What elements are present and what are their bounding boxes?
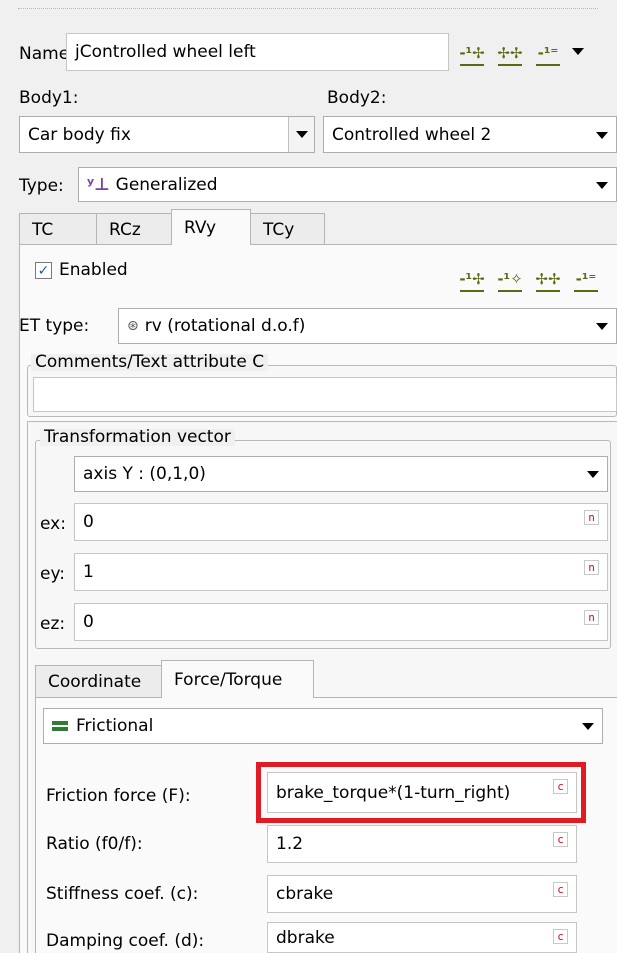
parameter-c-icon[interactable]: c (553, 779, 568, 794)
tab-tcy-label: TCy (263, 219, 295, 240)
force-type-select[interactable]: Frictional (43, 708, 603, 744)
tab-tc-label: TC (32, 219, 54, 240)
damping-value: dbrake (276, 927, 335, 948)
tab-coordinate-label: Coordinate (48, 672, 142, 692)
friction-force-value: brake_torque*(1-turn_right) (276, 782, 511, 803)
top-dotted-separator (18, 8, 598, 9)
tab-force-torque[interactable]: Force/Torque (161, 660, 314, 698)
tab-rvy[interactable]: RVy (171, 209, 251, 245)
ratio-value: 1.2 (276, 834, 304, 854)
generalized-joint-icon: ʸ⊥ (87, 174, 110, 195)
body2-value: Controlled wheel 2 (332, 124, 492, 145)
tab-tc[interactable]: TC (19, 213, 97, 245)
insert-before-icon[interactable]: -¹✢ (457, 36, 487, 66)
name-input[interactable]: jControlled wheel left (66, 33, 449, 71)
insert-after-icon[interactable]: ✢✢ (495, 36, 525, 66)
friction-force-label: Friction force (F): (46, 786, 191, 806)
parameter-c-icon[interactable]: c (553, 832, 568, 847)
tab-rvy-label: RVy (184, 217, 217, 238)
rotational-dof-icon: ⊛ (127, 318, 139, 334)
delete-icon[interactable]: -¹⁼ (573, 262, 599, 292)
body1-label: Body1: (19, 88, 79, 108)
damping-input[interactable]: dbrake c (267, 922, 577, 953)
more-chevron-icon[interactable] (571, 36, 585, 66)
stiffness-label: Stiffness coef. (c): (46, 884, 199, 904)
body2-dropdown-icon[interactable] (596, 131, 608, 139)
force-type-value: Frictional (76, 716, 154, 736)
body2-select[interactable]: Controlled wheel 2 (323, 116, 617, 153)
joint-tabs: TC RCz RVy TCy (19, 209, 325, 245)
frictional-icon (52, 721, 68, 731)
force-type-dropdown-icon[interactable] (582, 723, 594, 730)
header-toolbar: -¹✢ ✢✢ -¹⁼ (457, 36, 585, 66)
ey-input[interactable]: 1 n (74, 553, 608, 591)
tab-rcz-label: RCz (109, 219, 141, 240)
delete-icon[interactable]: -¹⁼ (533, 36, 563, 66)
property-subtabs: Coordinate Force/Torque (35, 660, 314, 698)
body1-select[interactable]: Car body fix (19, 116, 315, 153)
axis-dropdown-icon[interactable] (587, 471, 599, 478)
name-input-value: jControlled wheel left (75, 42, 256, 62)
et-type-dropdown-icon[interactable] (596, 323, 608, 330)
tab-tcy[interactable]: TCy (250, 213, 325, 245)
ex-label: ex: (40, 514, 66, 534)
type-label: Type: (19, 176, 64, 196)
ez-input[interactable]: 0 n (74, 603, 608, 641)
name-label: Name (19, 44, 70, 64)
parameter-n-icon[interactable]: n (584, 560, 599, 575)
ratio-label: Ratio (f0/f): (46, 834, 143, 854)
checkmark-icon: ✓ (37, 262, 50, 279)
tab-coordinate[interactable]: Coordinate (35, 665, 162, 698)
insert-after-icon[interactable]: ✢✢ (535, 262, 561, 292)
ez-value: 0 (83, 612, 94, 632)
type-dropdown-icon[interactable] (596, 181, 608, 189)
ez-label: ez: (40, 614, 66, 634)
parameter-n-icon[interactable]: n (584, 610, 599, 625)
parameter-c-icon[interactable]: c (553, 882, 568, 897)
comments-input[interactable] (33, 377, 617, 412)
enabled-checkbox[interactable]: ✓ (35, 262, 52, 279)
element-toolbar: -¹✢ -¹✧ ✢✢ -¹⁼ (459, 262, 599, 292)
axis-value: axis Y : (0,1,0) (83, 464, 206, 484)
friction-force-input[interactable]: brake_torque*(1-turn_right) c (267, 772, 577, 813)
et-type-label: ET type: (19, 316, 90, 336)
axis-select[interactable]: axis Y : (0,1,0) (74, 456, 608, 492)
et-type-value: rv (rotational d.o.f) (144, 316, 306, 336)
body1-dropdown-icon[interactable] (288, 117, 314, 152)
et-type-select[interactable]: ⊛ rv (rotational d.o.f) (118, 308, 617, 344)
transformation-vector-title: Transformation vector (40, 429, 235, 446)
comments-label: Comments/Text attribute C (31, 354, 269, 371)
insert-outline-icon[interactable]: -¹✧ (497, 262, 523, 292)
ratio-input[interactable]: 1.2 c (267, 825, 577, 863)
ex-value: 0 (83, 512, 94, 532)
ey-label: ey: (40, 564, 66, 584)
parameter-c-icon[interactable]: c (553, 929, 568, 944)
tab-force-torque-label: Force/Torque (174, 669, 283, 690)
damping-label: Damping coef. (d): (46, 931, 205, 951)
enabled-label: Enabled (59, 260, 128, 280)
body1-value: Car body fix (28, 124, 131, 145)
ey-value: 1 (83, 562, 94, 582)
type-value: Generalized (115, 174, 218, 195)
insert-before-icon[interactable]: -¹✢ (459, 262, 485, 292)
ex-input[interactable]: 0 n (74, 503, 608, 541)
body2-label: Body2: (327, 88, 387, 108)
stiffness-value: cbrake (276, 884, 334, 904)
tab-rcz[interactable]: RCz (96, 213, 172, 245)
stiffness-input[interactable]: cbrake c (267, 875, 577, 913)
parameter-n-icon[interactable]: n (584, 510, 599, 525)
type-select[interactable]: ʸ⊥ Generalized (78, 167, 617, 202)
